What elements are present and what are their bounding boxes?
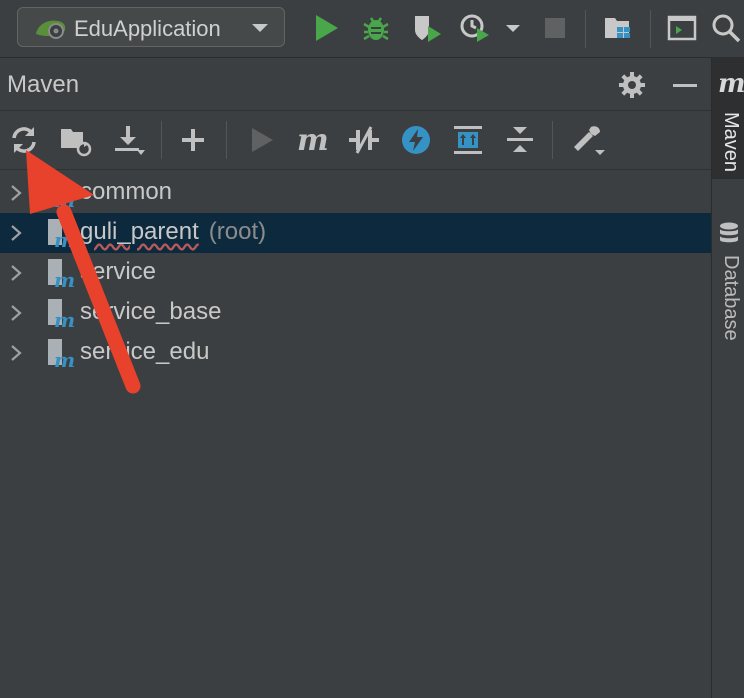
add-icon[interactable] — [176, 123, 210, 157]
root-label: (root) — [208, 218, 267, 245]
tree-item-service-edu[interactable]: m service_edu — [0, 333, 711, 373]
generate-sources-icon[interactable] — [59, 123, 93, 157]
toolbar-separator — [161, 121, 162, 159]
stop-icon[interactable] — [540, 12, 572, 44]
svg-text:m: m — [54, 188, 75, 209]
chevron-right-icon[interactable] — [8, 263, 24, 283]
database-icon — [720, 222, 738, 243]
maven-toolbar: m — [0, 111, 711, 170]
collapse-all-icon[interactable] — [503, 123, 537, 157]
module-name: service — [80, 258, 157, 285]
download-icon[interactable] — [111, 123, 145, 157]
maven-module-icon: m — [48, 299, 76, 329]
stripe-tab-database[interactable]: Database — [712, 215, 744, 365]
maven-m-icon: m — [718, 69, 744, 99]
tree-item-common[interactable]: m common — [0, 173, 711, 213]
panel-title: Maven — [7, 71, 80, 98]
more-run-options-icon[interactable] — [503, 12, 523, 44]
project-structure-icon[interactable] — [603, 12, 635, 44]
svg-text:m: m — [54, 348, 75, 369]
maven-module-icon: m — [48, 219, 76, 249]
reload-icon[interactable] — [7, 123, 41, 157]
run-configuration-selector[interactable]: EduApplication — [17, 7, 285, 47]
maven-tool-window: Maven m m common m guli_parent (root) m … — [0, 58, 711, 698]
module-name: common — [80, 178, 173, 205]
spring-boot-icon — [36, 20, 66, 39]
stripe-tab-label: Database — [720, 255, 742, 341]
search-icon[interactable] — [710, 12, 742, 44]
chevron-right-icon[interactable] — [8, 303, 24, 323]
minimize-icon[interactable] — [671, 70, 699, 100]
terminal-icon[interactable] — [666, 12, 698, 44]
chevron-right-icon[interactable] — [8, 343, 24, 363]
right-tool-stripe: m Maven Database — [711, 57, 744, 698]
module-name: guli_parent — [80, 218, 199, 245]
show-dependencies-icon[interactable] — [451, 123, 485, 157]
execute-goal-icon[interactable]: m — [295, 123, 331, 157]
profile-icon[interactable] — [459, 12, 491, 44]
skip-tests-icon[interactable] — [399, 123, 433, 157]
dropdown-arrow-icon — [252, 24, 268, 32]
maven-module-icon: m — [48, 339, 76, 369]
chevron-right-icon[interactable] — [8, 223, 24, 243]
module-name: service_base — [80, 298, 222, 325]
tree-item-service[interactable]: m service — [0, 253, 711, 293]
maven-settings-icon[interactable] — [569, 123, 607, 157]
coverage-icon[interactable] — [411, 12, 443, 44]
run-maven-build-icon[interactable] — [245, 123, 279, 157]
tree-item-service-base[interactable]: m service_base — [0, 293, 711, 333]
run-configuration-label: EduApplication — [74, 16, 221, 41]
run-icon[interactable] — [310, 12, 342, 44]
svg-text:m: m — [54, 268, 75, 289]
toolbar-separator — [552, 121, 553, 159]
svg-text:m: m — [54, 308, 75, 329]
maven-module-icon: m — [48, 179, 76, 209]
module-name-wrapper: guli_parent (root) — [80, 218, 266, 246]
chevron-right-icon[interactable] — [8, 183, 24, 203]
module-name: service_edu — [80, 338, 210, 365]
debug-icon[interactable] — [360, 12, 392, 44]
toolbar-separator — [585, 10, 586, 48]
toolbar-separator — [650, 10, 651, 48]
toolbar-separator — [226, 121, 227, 159]
gear-icon[interactable] — [617, 70, 647, 100]
main-toolbar: EduApplication — [0, 0, 744, 58]
stripe-tab-label: Maven — [720, 112, 742, 173]
svg-text:m: m — [297, 123, 329, 157]
toggle-offline-icon[interactable] — [347, 123, 381, 157]
stripe-tab-maven[interactable]: m Maven — [712, 57, 744, 179]
maven-module-icon: m — [48, 259, 76, 289]
svg-text:m: m — [54, 228, 75, 249]
tree-item-guli-parent[interactable]: m guli_parent (root) — [0, 213, 711, 253]
panel-header: Maven — [0, 58, 711, 111]
